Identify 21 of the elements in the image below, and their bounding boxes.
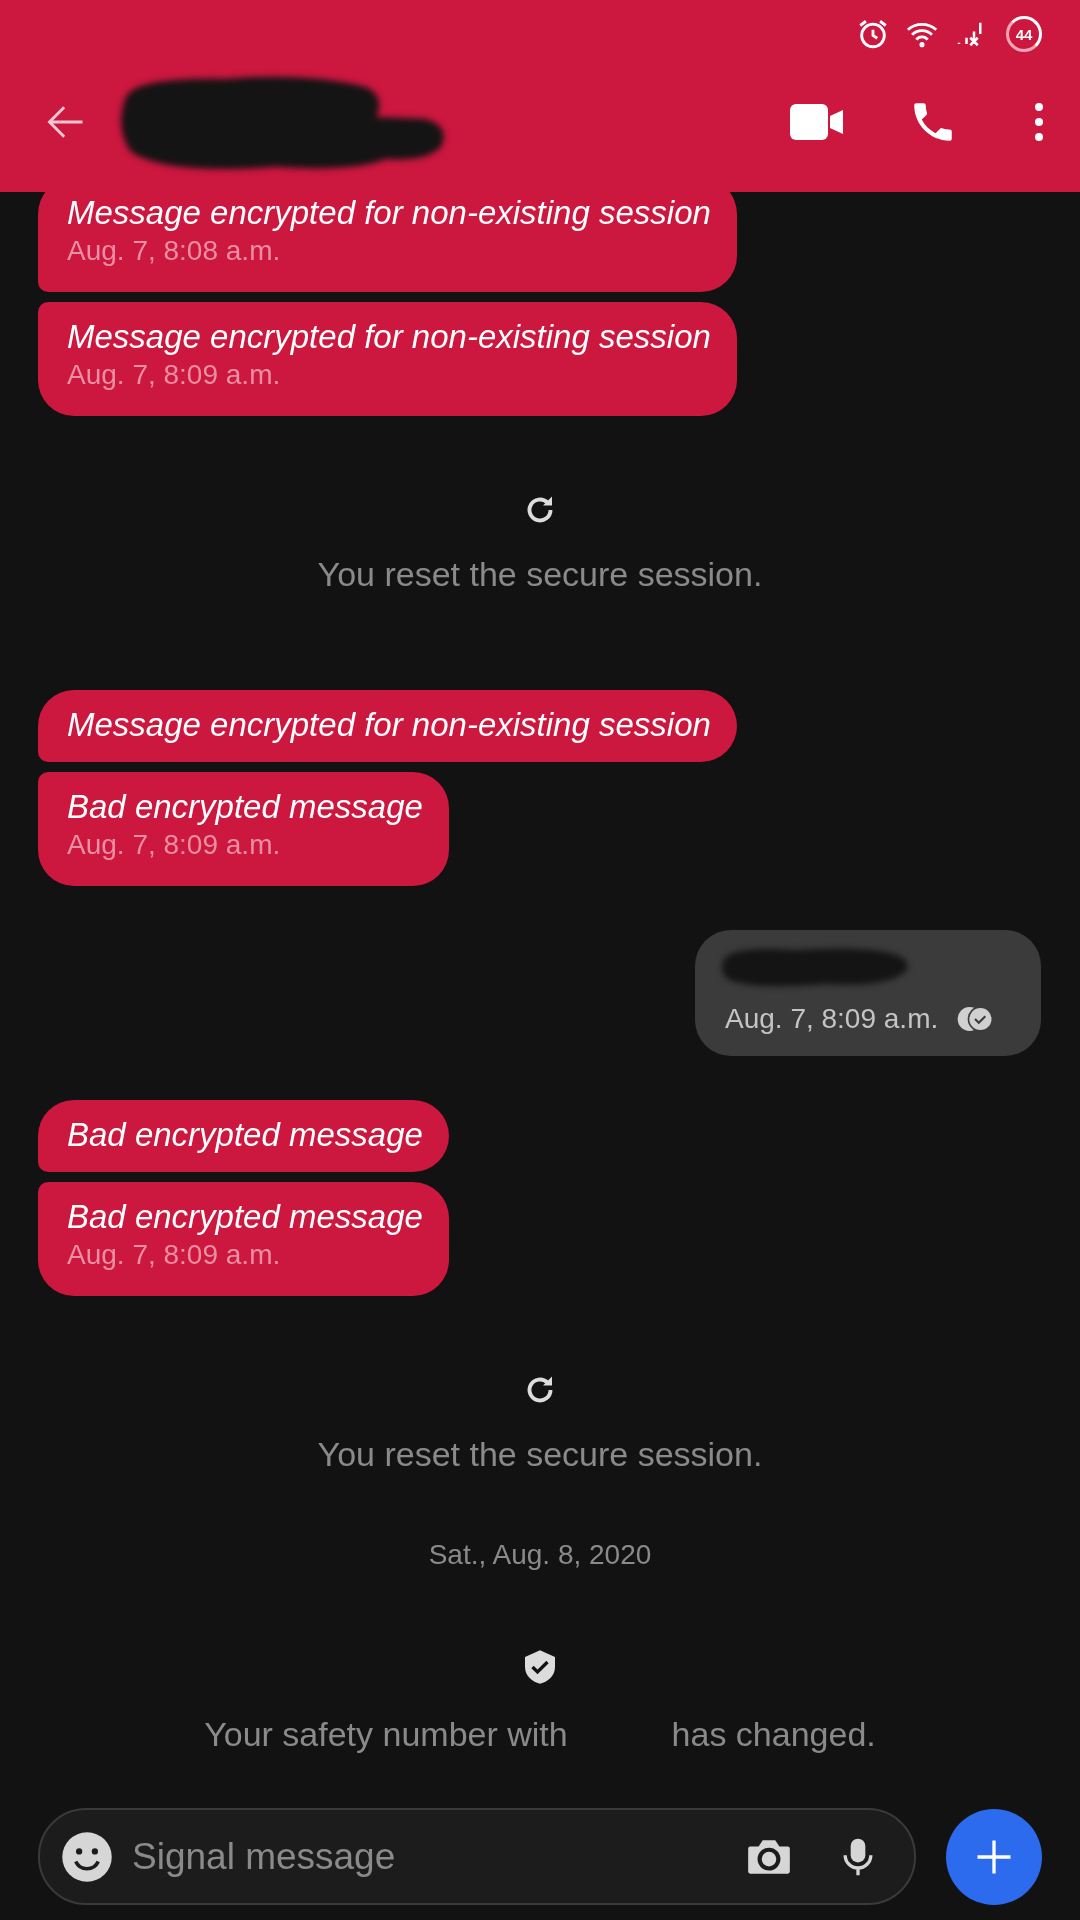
- message-text: Message encrypted for non-existing session: [67, 317, 711, 357]
- message-field[interactable]: Signal message: [38, 1808, 916, 1905]
- more-icon[interactable]: [1034, 102, 1044, 142]
- message-text: Bad encrypted message: [67, 1115, 423, 1155]
- message-time: Aug. 7, 8:09 a.m.: [67, 1238, 282, 1272]
- message-input[interactable]: Signal message: [130, 1834, 726, 1879]
- system-message: Your safety number with has changed.: [204, 1714, 876, 1754]
- date-divider: Sat., Aug. 8, 2020: [428, 1540, 652, 1570]
- system-message: You reset the secure session.: [317, 554, 763, 594]
- battery-icon: 44: [1006, 16, 1042, 52]
- message-text: Message encrypted for non-existing session: [67, 705, 711, 745]
- message-text: Message encrypted for non-existing session: [67, 193, 711, 233]
- message-time: Aug. 7, 8:08 a.m.: [67, 234, 282, 268]
- emoji-icon[interactable]: [60, 1829, 114, 1884]
- system-message: You reset the secure session.: [317, 1434, 763, 1474]
- message-text: Bad encrypted message: [67, 787, 423, 827]
- message-time: Aug. 7, 8:09 a.m.: [67, 828, 282, 862]
- message-time: Aug. 7, 8:09 a.m.: [725, 1002, 939, 1036]
- video-call-icon[interactable]: [790, 104, 844, 140]
- message-text: Bad encrypted message: [67, 1197, 423, 1237]
- message-time: Aug. 7, 8:09 a.m.: [67, 358, 282, 392]
